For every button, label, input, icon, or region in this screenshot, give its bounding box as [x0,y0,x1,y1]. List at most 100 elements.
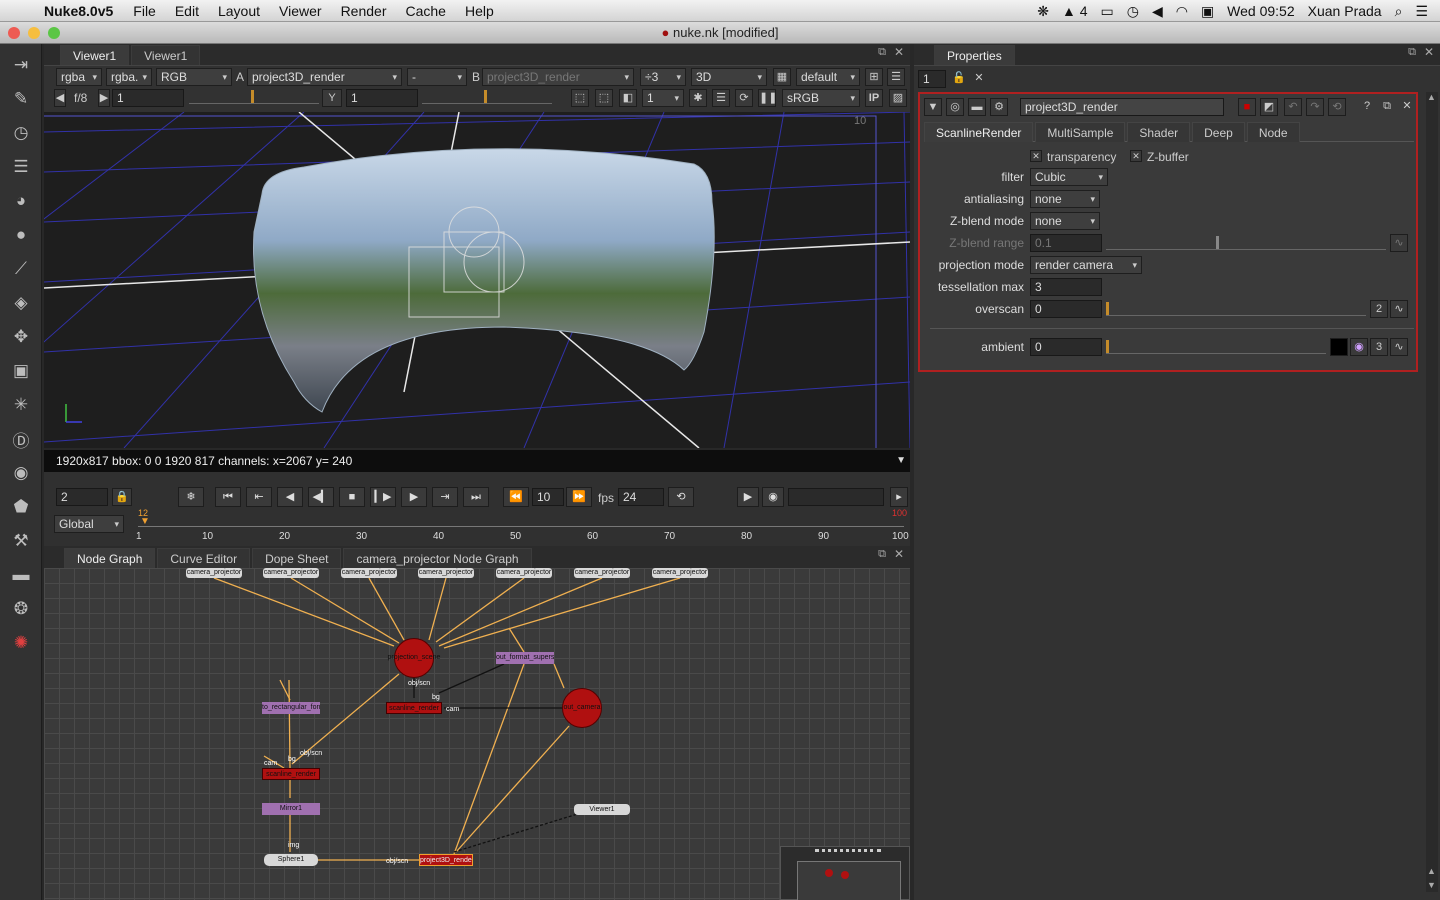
mirror-node[interactable]: Mirror1 [262,803,320,815]
time-machine-icon[interactable]: ◷ [1127,3,1139,20]
roi-icon[interactable]: ⬚ [571,89,589,107]
tab-viewer1-second[interactable]: Viewer1 [131,45,201,65]
adobe-icon[interactable]: ▲ 4 [1062,3,1088,19]
particles-nodes-icon[interactable]: ✳ [0,388,42,422]
ambient-channels-button[interactable]: 3 [1370,338,1388,356]
record-icon[interactable]: ◉ [762,487,784,507]
merge-nodes-icon[interactable]: ◈ [0,286,42,320]
scroll-up-icon[interactable]: ▲ [1427,92,1436,102]
camera-lock-icon[interactable]: ▦ [773,68,791,86]
overlay-icon[interactable]: ⊞ [865,68,883,86]
battery-status-icon[interactable]: ▭ [1100,3,1113,20]
zblend-curve-icon[interactable]: ∿ [1390,234,1408,252]
close-window-button[interactable] [8,27,20,39]
tab-viewer1[interactable]: Viewer1 [60,45,130,65]
wifi-icon[interactable]: ◠ [1176,3,1188,20]
clear-panels-icon[interactable]: ✕ [970,70,988,88]
transparency-checkbox[interactable]: ✕ [1030,150,1042,162]
transform-nodes-icon[interactable]: ✥ [0,320,42,354]
overscan-dims-button[interactable]: 2 [1370,300,1388,318]
play-backward-icon[interactable]: ◀▎ [308,487,334,507]
viewer-input-icon[interactable]: ▨ [889,89,907,107]
scanline-render-node[interactable]: scanline_render [386,702,442,714]
viewer-3d-viewport[interactable]: 10 [44,112,910,448]
furnace-nodes-icon[interactable]: ❂ [0,592,42,626]
node-graph-navigator[interactable] [780,846,910,900]
color-wheel-icon[interactable]: ◉ [1350,338,1368,356]
viewer-node[interactable]: Viewer1 [574,804,630,815]
fstop-decrease-icon[interactable]: ◀ [54,89,66,107]
proxy-toggle-icon[interactable]: ◧ [619,89,637,107]
tab-camera-projector-node-graph[interactable]: camera_projector Node Graph [343,548,532,568]
tile-color-icon[interactable]: ■ [1238,98,1256,116]
undo-icon[interactable]: ↶ [1284,98,1302,116]
menu-user[interactable]: Xuan Prada [1308,3,1382,19]
channels-dropdown[interactable]: rgba [56,68,102,86]
proxy-dropdown[interactable]: 1 [642,89,684,107]
color-nodes-icon[interactable]: ◕ [0,184,42,218]
toolsets-icon[interactable]: ⚒ [0,524,42,558]
draw-nodes-icon[interactable]: ✎ [0,82,42,116]
prev-keyframe-icon[interactable]: ⇤ [246,487,272,507]
lock-panel-icon[interactable]: 🔓 [950,70,968,88]
font-color-icon[interactable]: ◩ [1260,98,1278,116]
gain-field[interactable]: 1 [112,89,184,107]
zoom-window-button[interactable] [48,27,60,39]
gamma-slider[interactable] [422,90,552,104]
sphere-node[interactable]: Sphere1 [264,854,318,866]
info-expand-icon[interactable]: ▼ [896,450,906,472]
fps-field[interactable]: 24 [618,488,664,506]
camera-projector-node-1[interactable]: camera_projector [186,568,242,578]
fstop-increase-icon[interactable]: ▶ [98,89,110,107]
skip-forward-icon[interactable]: ⏩ [566,487,592,507]
alpha-channel-dropdown[interactable]: rgba. [106,68,152,86]
ocula-nodes-icon[interactable]: ✺ [0,626,42,660]
gamma-y-label[interactable]: Y [322,89,342,107]
camera-projector-node-7[interactable]: camera_projector [652,568,708,578]
zblend-mode-dropdown[interactable]: none [1030,212,1100,230]
menu-clock[interactable]: Wed 09:52 [1227,3,1294,19]
gamma-field[interactable]: 1 [346,89,418,107]
filter-nodes-icon[interactable]: ● [0,218,42,252]
antialiasing-dropdown[interactable]: none [1030,190,1100,208]
menu-cache[interactable]: Cache [405,3,445,19]
wipe-dropdown[interactable]: - [407,68,467,86]
pause-icon[interactable]: ❚❚ [758,89,777,107]
menu-layout[interactable]: Layout [218,3,260,19]
deep-nodes-icon[interactable]: Ⓓ [0,422,42,456]
float-panel-icon[interactable]: ⧉ [1408,46,1416,59]
frame-lock-icon[interactable]: 🔒 [112,488,132,506]
revert-icon[interactable]: ⟲ [1328,98,1346,116]
playhead-icon[interactable]: ▼ [140,516,150,527]
timeline-options-icon[interactable]: ▸ [890,487,908,507]
tab-node[interactable]: Node [1246,122,1300,142]
first-frame-icon[interactable]: ⏮ [215,487,241,507]
float-panel-icon[interactable]: ⧉ [878,548,886,561]
zbuffer-checkbox[interactable]: ✕ [1130,150,1142,162]
prev-frame-icon[interactable]: ◀ [277,487,303,507]
menu-viewer[interactable]: Viewer [279,3,322,19]
viewer-menu-icon[interactable]: ☰ [887,68,905,86]
region-icon[interactable]: ⬚ [595,89,613,107]
scroll-down-icon[interactable]: ▼ [1427,880,1436,890]
views-nodes-icon[interactable]: ◉ [0,456,42,490]
update-icon[interactable]: ✱ [689,89,707,107]
render-lines-icon[interactable]: ☰ [712,89,730,107]
volume-icon[interactable]: ◀ [1152,3,1163,20]
tab-scanlinerender[interactable]: ScanlineRender [924,122,1034,142]
center-node-icon[interactable]: ◎ [946,98,964,116]
filter-dropdown[interactable]: Cubic [1030,168,1108,186]
battery-icon[interactable]: ▣ [1201,3,1214,20]
node-graph-canvas[interactable]: camera_projector camera_projector camera… [44,568,910,900]
tab-shader[interactable]: Shader [1127,122,1191,142]
camera-projector-node-2[interactable]: camera_projector [263,568,319,578]
b-input-dropdown[interactable]: project3D_render [482,68,634,86]
stop-icon[interactable]: ■ [339,487,365,507]
overscan-slider[interactable] [1106,302,1366,316]
properties-scrollbar[interactable]: ▲ ▲ ▼ [1426,92,1438,892]
camera-projector-node-4[interactable]: camera_projector [418,568,474,578]
tab-multisample[interactable]: MultiSample [1035,122,1126,142]
time-nodes-icon[interactable]: ◷ [0,116,42,150]
zblend-range-field[interactable]: 0.1 [1030,234,1102,252]
camera-dropdown[interactable]: default [796,68,860,86]
